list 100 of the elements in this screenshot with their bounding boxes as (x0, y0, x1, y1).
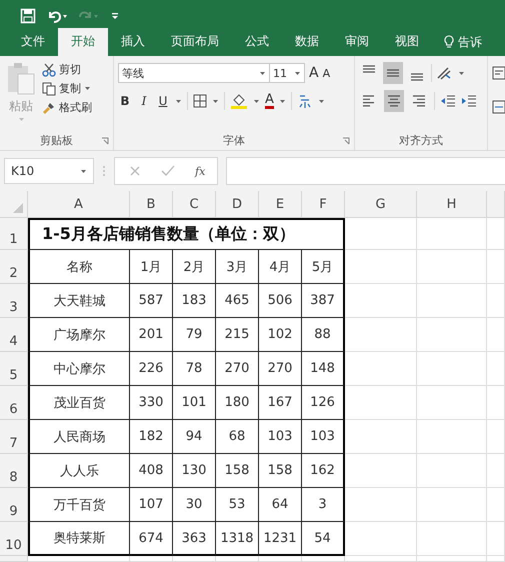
empty-cell[interactable] (487, 318, 505, 352)
merge-cells-icon[interactable] (492, 100, 505, 114)
row-header[interactable]: 3 (0, 284, 28, 318)
empty-cell[interactable] (345, 556, 417, 562)
caret-icon[interactable] (458, 70, 465, 76)
empty-cell[interactable] (302, 556, 345, 562)
font-size-field[interactable]: 11 (269, 63, 305, 83)
empty-cell[interactable] (487, 454, 505, 488)
format-painter-button[interactable]: 格式刷 (42, 100, 92, 115)
empty-cell[interactable] (487, 556, 505, 562)
empty-cell[interactable] (417, 284, 487, 318)
formula-input[interactable] (226, 157, 505, 185)
empty-cell[interactable] (417, 386, 487, 420)
empty-cell[interactable] (130, 556, 173, 562)
column-header[interactable]: C (173, 191, 216, 218)
cut-button[interactable]: 剪切 (42, 62, 92, 77)
ribbon-tab[interactable]: 数据 (282, 28, 332, 56)
column-header[interactable]: B (130, 191, 173, 218)
copy-button[interactable]: 复制 (42, 81, 92, 96)
caret-icon[interactable] (253, 98, 260, 104)
empty-cell[interactable] (173, 556, 216, 562)
column-header[interactable]: E (259, 191, 302, 218)
column-header[interactable]: F (302, 191, 345, 218)
lightbulb-icon[interactable] (444, 35, 454, 49)
bold-button[interactable]: B (118, 94, 132, 108)
row-header[interactable]: 1 (0, 218, 28, 250)
empty-cell[interactable] (345, 318, 417, 352)
name-box[interactable]: K10 (4, 158, 94, 184)
row-header[interactable]: 7 (0, 420, 28, 454)
row-header[interactable]: 10 (0, 522, 28, 556)
decrease-indent-icon[interactable] (440, 94, 456, 108)
empty-cell[interactable] (487, 386, 505, 420)
phonetic-guide-icon[interactable] (296, 93, 313, 109)
row-header[interactable] (0, 556, 28, 562)
ribbon-tab[interactable]: 文件 (8, 28, 58, 56)
caret-icon[interactable] (294, 70, 301, 76)
caret-icon[interactable] (318, 98, 325, 104)
dialog-launcher-icon[interactable] (101, 137, 109, 145)
decrease-font-size-button[interactable]: A (322, 66, 330, 80)
checkmark-icon[interactable] (161, 165, 175, 177)
row-header[interactable]: 5 (0, 352, 28, 386)
caret-icon[interactable] (259, 70, 266, 76)
empty-cell[interactable] (345, 488, 417, 522)
empty-cell[interactable] (345, 218, 417, 250)
font-color-button[interactable]: A (265, 93, 274, 109)
dialog-launcher-icon[interactable] (342, 137, 350, 145)
column-header[interactable]: G (345, 191, 417, 218)
align-center-button[interactable] (384, 90, 404, 112)
ribbon-tab[interactable]: 页面布局 (158, 28, 232, 56)
empty-cell[interactable] (345, 386, 417, 420)
empty-cell[interactable] (487, 284, 505, 318)
insert-function-button[interactable]: fx (195, 164, 206, 178)
column-header[interactable]: A (28, 191, 130, 218)
row-header[interactable]: 4 (0, 318, 28, 352)
increase-indent-icon[interactable] (461, 94, 477, 108)
caret-icon[interactable] (175, 98, 182, 104)
save-icon[interactable] (20, 8, 36, 24)
empty-cell[interactable] (345, 420, 417, 454)
empty-cell[interactable] (417, 454, 487, 488)
ribbon-tab[interactable]: 审阅 (332, 28, 382, 56)
empty-cell[interactable] (345, 522, 417, 556)
empty-cell[interactable] (345, 284, 417, 318)
ribbon-tab[interactable]: 开始 (58, 28, 108, 56)
row-header[interactable]: 9 (0, 488, 28, 522)
ribbon-tab[interactable]: 视图 (382, 28, 432, 56)
empty-cell[interactable] (259, 556, 302, 562)
caret-icon[interactable] (80, 168, 87, 174)
ribbon-tab[interactable]: 公式 (232, 28, 282, 56)
cancel-icon[interactable] (129, 165, 141, 177)
italic-button[interactable]: I (137, 94, 151, 108)
wrap-text-icon[interactable] (492, 66, 505, 80)
empty-cell[interactable] (216, 556, 259, 562)
empty-cell[interactable] (345, 250, 417, 284)
ribbon-tab[interactable]: 插入 (108, 28, 158, 56)
empty-cell[interactable] (487, 352, 505, 386)
empty-cell[interactable] (487, 522, 505, 556)
empty-cell[interactable] (345, 352, 417, 386)
empty-cell[interactable] (417, 522, 487, 556)
underline-button[interactable]: U (156, 94, 170, 108)
empty-cell[interactable] (417, 318, 487, 352)
increase-font-size-button[interactable]: A (309, 65, 319, 81)
caret-icon[interactable] (212, 98, 219, 104)
empty-cell[interactable] (487, 250, 505, 284)
empty-cell[interactable] (417, 352, 487, 386)
empty-cell[interactable] (417, 218, 487, 250)
font-name-field[interactable]: 等线 (118, 63, 270, 83)
select-all-icon[interactable] (13, 203, 23, 213)
caret-icon[interactable] (278, 98, 286, 104)
tell-me-search[interactable]: 告诉 (458, 34, 482, 50)
column-header[interactable]: D (216, 191, 259, 218)
empty-cell[interactable] (345, 454, 417, 488)
empty-cell[interactable] (417, 250, 487, 284)
row-header[interactable]: 8 (0, 454, 28, 488)
align-middle-button[interactable] (383, 62, 403, 84)
column-header[interactable]: H (417, 191, 487, 218)
empty-cell[interactable] (417, 488, 487, 522)
empty-cell[interactable] (487, 420, 505, 454)
empty-cell[interactable] (417, 420, 487, 454)
row-header[interactable]: 6 (0, 386, 28, 420)
empty-cell[interactable] (417, 556, 487, 562)
